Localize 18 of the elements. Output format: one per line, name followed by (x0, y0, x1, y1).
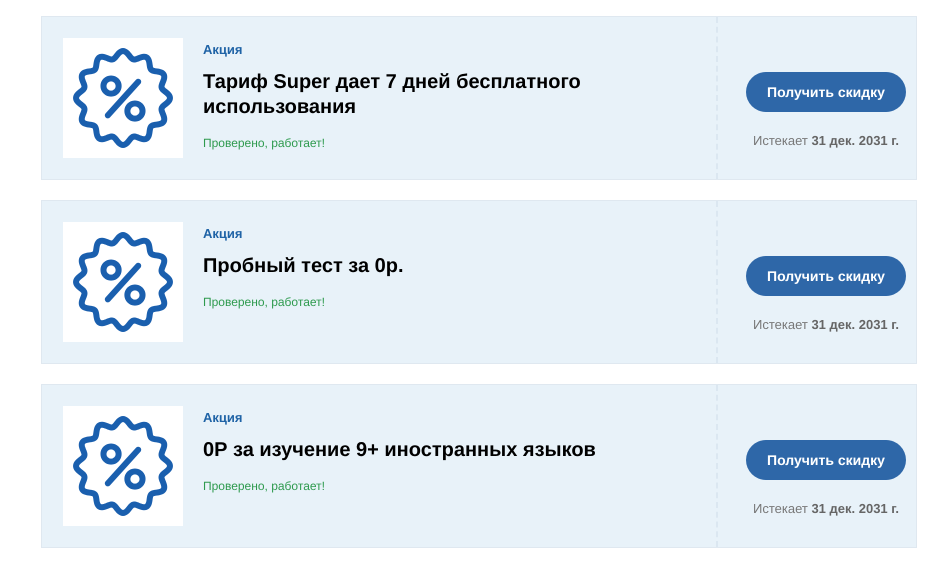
verified-status: Проверено, работает! (203, 478, 325, 495)
expiry-date: Истекает 31 дек. 2031 г. (753, 132, 899, 150)
offer-tag: Акция (203, 224, 242, 244)
get-discount-button[interactable]: Получить скидку (746, 256, 906, 296)
offer-title: Пробный тест за 0р. (203, 254, 405, 279)
offer-tag: Акция (203, 408, 242, 428)
discount-badge-icon (73, 232, 173, 332)
expiry-date: Истекает 31 дек. 2031 г. (753, 500, 899, 518)
offer-tag: Акция (203, 40, 242, 60)
discount-badge-icon (73, 416, 173, 516)
get-discount-button[interactable]: Получить скидку (746, 440, 906, 480)
offer-title: 0Р за изучение 9+ иностранных языков (203, 438, 597, 463)
discount-badge-icon (73, 48, 173, 148)
get-discount-button[interactable]: Получить скидку (746, 72, 906, 112)
verified-status: Проверено, работает! (203, 294, 325, 311)
offer-title: Тариф Super дает 7 дней бесплатного использования (203, 70, 582, 120)
expiry-date: Истекает 31 дек. 2031 г. (753, 316, 899, 334)
verified-status: Проверено, работает! (203, 135, 325, 152)
